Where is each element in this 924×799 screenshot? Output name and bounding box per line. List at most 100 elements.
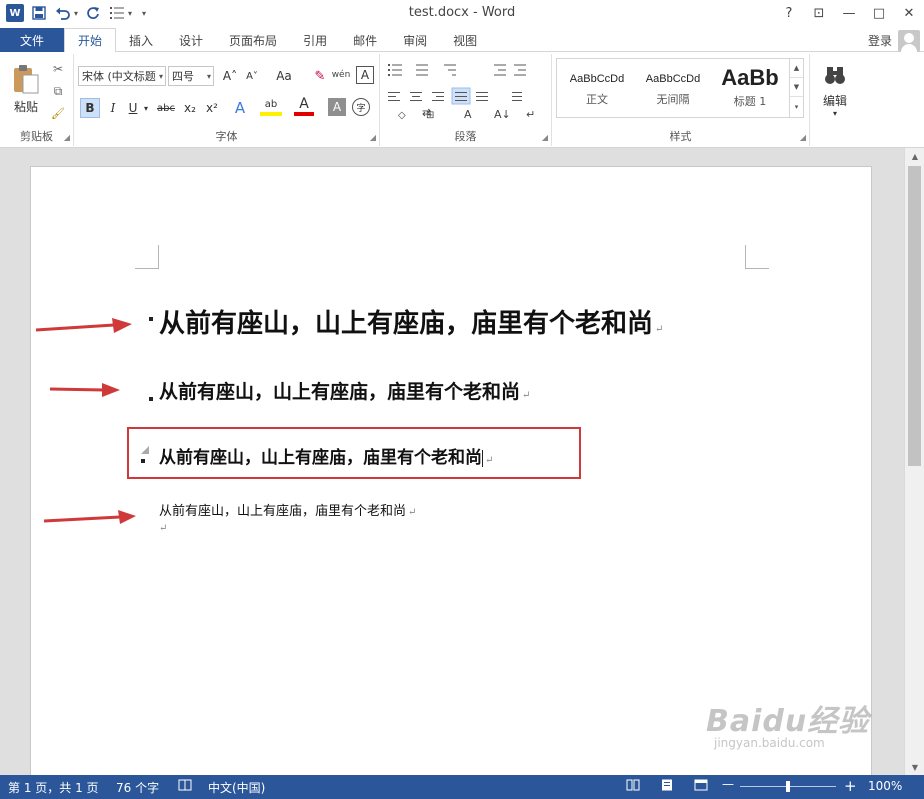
annotation-arrow-2 <box>49 383 120 397</box>
vertical-scrollbar[interactable]: ▲ ▼ <box>904 148 924 775</box>
font-size-combo[interactable]: 四号 ▾ <box>168 66 214 86</box>
document-line-3-text: 从前有座山，山上有座庙，庙里有个老和尚 <box>159 448 482 468</box>
paragraph-mark: ↵ <box>408 507 417 518</box>
paragraph-group: ⇄ ◇ ⊞ A A↓ ↵ 段落 ◢ <box>380 54 552 146</box>
highlight-icon[interactable]: ab <box>260 96 282 116</box>
styles-up-icon[interactable]: ▲ <box>790 59 803 78</box>
word-count[interactable]: 76 个字 <box>116 779 159 796</box>
superscript-button[interactable]: x² <box>202 98 222 118</box>
clipboard-launcher-icon[interactable]: ◢ <box>64 133 70 142</box>
close-button[interactable]: ✕ <box>894 0 924 26</box>
editing-group: 编辑 ▾ <box>810 54 860 146</box>
tab-view[interactable]: 视图 <box>440 28 490 52</box>
paragraph-tools-icon[interactable]: ⇄ ◇ ⊞ A A↓ ↵ <box>386 62 546 122</box>
bold-button[interactable]: B <box>80 98 100 118</box>
format-painter-icon[interactable]: 🖌 <box>48 104 68 122</box>
tab-file[interactable]: 文件 <box>0 28 64 52</box>
shrink-font-button[interactable]: A˅ <box>242 66 262 86</box>
text-effects-icon[interactable]: A <box>230 98 250 118</box>
svg-text:↵: ↵ <box>526 108 535 121</box>
document-page[interactable]: 从前有座山，山上有座庙，庙里有个老和尚 ↵ 从前有座山，山上有座庙，庙里有个老和尚… <box>30 166 872 775</box>
tab-home[interactable]: 开始 <box>64 28 117 53</box>
cut-icon[interactable]: ✂ <box>48 60 68 78</box>
scroll-down-icon[interactable]: ▼ <box>905 759 924 775</box>
phonetic-guide-icon[interactable]: wén <box>330 64 352 86</box>
clipboard-group: 粘贴 ✂ ⧉ 🖌 剪贴板 ◢ <box>0 54 74 146</box>
styles-down-icon[interactable]: ▼ <box>790 78 803 97</box>
annotation-arrow-1 <box>35 318 132 333</box>
document-line-1[interactable]: 从前有座山，山上有座庙，庙里有个老和尚 ↵ <box>159 303 663 340</box>
zoom-slider-knob[interactable] <box>786 781 790 792</box>
ribbon-tabs: 文件 开始 插入 设计 页面布局 引用 邮件 审阅 视图 登录 <box>0 28 924 53</box>
style-no-spacing[interactable]: AaBbCcDd 无间隔 <box>635 61 711 115</box>
ribbon: 粘贴 ✂ ⧉ 🖌 剪贴板 ◢ 宋体 (中文标题 ▾ 四号 ▾ A˄ A˅ Aa ✎ … <box>0 52 924 148</box>
page-count[interactable]: 第 1 页，共 1 页 <box>8 779 99 796</box>
help-button[interactable]: ? <box>774 0 804 26</box>
text-cursor <box>482 450 483 467</box>
editing-button[interactable]: 编辑 ▾ <box>818 60 852 122</box>
binoculars-icon <box>825 67 845 84</box>
font-size-value: 四号 <box>172 70 194 83</box>
avatar[interactable] <box>898 30 920 52</box>
document-line-4-text: 从前有座山，山上有座庙，庙里有个老和尚 <box>159 504 407 519</box>
underline-dropdown-icon[interactable]: ▾ <box>142 100 150 116</box>
document-line-3[interactable]: 从前有座山，山上有座庙，庙里有个老和尚 ↵ <box>159 443 493 468</box>
subscript-button[interactable]: x₂ <box>180 98 200 118</box>
styles-scroll: ▲ ▼ ▾ <box>789 59 803 117</box>
proofing-icon[interactable] <box>178 779 192 794</box>
empty-paragraph[interactable]: ↵ <box>159 523 167 534</box>
paragraph-launcher-icon[interactable]: ◢ <box>542 133 548 142</box>
title-bar: W ▾ ▾ ▾ test.docx - Word ? ⊡ — □ ✕ <box>0 0 924 28</box>
zoom-out-button[interactable]: — <box>722 777 734 791</box>
font-name-value: 宋体 (中文标题 <box>82 70 156 83</box>
tab-references[interactable]: 引用 <box>290 28 340 52</box>
font-launcher-icon[interactable]: ◢ <box>370 133 376 142</box>
ribbon-display-button[interactable]: ⊡ <box>804 0 834 26</box>
tab-insert[interactable]: 插入 <box>116 28 166 52</box>
styles-launcher-icon[interactable]: ◢ <box>800 133 806 142</box>
clear-format-icon[interactable]: ✎ <box>310 66 330 86</box>
zoom-level[interactable]: 100% <box>868 779 902 793</box>
copy-icon[interactable]: ⧉ <box>48 82 68 100</box>
minimize-button[interactable]: — <box>834 0 864 26</box>
tab-layout[interactable]: 页面布局 <box>216 28 290 52</box>
crop-mark-top-right <box>745 245 769 269</box>
editing-label: 编辑 <box>822 94 847 108</box>
enclose-char-icon[interactable]: 字 <box>352 98 370 116</box>
status-bar: 第 1 页，共 1 页 76 个字 中文(中国) — + 100% <box>0 775 924 799</box>
underline-button[interactable]: U <box>124 98 142 118</box>
web-layout-icon[interactable] <box>694 779 708 794</box>
char-shading-icon[interactable]: A <box>328 98 346 116</box>
tab-mailings[interactable]: 邮件 <box>340 28 390 52</box>
document-area[interactable]: 从前有座山，山上有座庙，庙里有个老和尚 ↵ 从前有座山，山上有座庙，庙里有个老和尚… <box>0 148 904 775</box>
style-heading-1[interactable]: AaBb 标题 1 <box>711 61 789 115</box>
paragraph-mark: ↵ <box>522 390 531 401</box>
login-link[interactable]: 登录 <box>868 32 892 49</box>
maximize-button[interactable]: □ <box>864 0 894 26</box>
paragraph-mark-bullet <box>149 397 153 401</box>
style-heading-1-preview: AaBb <box>721 65 779 90</box>
scroll-up-icon[interactable]: ▲ <box>905 148 924 164</box>
svg-text:◇: ◇ <box>398 110 406 121</box>
document-line-2[interactable]: 从前有座山，山上有座庙，庙里有个老和尚 ↵ <box>159 377 530 404</box>
grow-font-button[interactable]: A˄ <box>220 66 240 86</box>
tab-review[interactable]: 审阅 <box>390 28 440 52</box>
paste-button[interactable]: 粘贴 <box>8 58 44 120</box>
font-name-combo[interactable]: 宋体 (中文标题 ▾ <box>78 66 166 86</box>
document-line-4[interactable]: 从前有座山，山上有座庙，庙里有个老和尚 ↵ <box>159 500 416 519</box>
styles-more-icon[interactable]: ▾ <box>790 97 803 116</box>
italic-button[interactable]: I <box>104 98 122 118</box>
baidu-watermark: Baidu经验 jingyan.baidu.com <box>706 696 869 750</box>
style-normal[interactable]: AaBbCcDd 正文 <box>559 61 635 115</box>
print-layout-icon[interactable] <box>660 779 674 794</box>
scroll-thumb[interactable] <box>908 166 921 466</box>
zoom-in-button[interactable]: + <box>844 777 857 795</box>
strikethrough-button[interactable]: abc <box>154 98 178 118</box>
document-line-2-text: 从前有座山，山上有座庙，庙里有个老和尚 <box>159 381 521 403</box>
language[interactable]: 中文(中国) <box>208 779 265 796</box>
tab-design[interactable]: 设计 <box>166 28 216 52</box>
char-border-button[interactable]: A <box>356 66 374 84</box>
read-mode-icon[interactable] <box>626 779 640 794</box>
change-case-button[interactable]: Aa <box>270 66 298 86</box>
font-color-icon[interactable]: A <box>294 96 314 116</box>
